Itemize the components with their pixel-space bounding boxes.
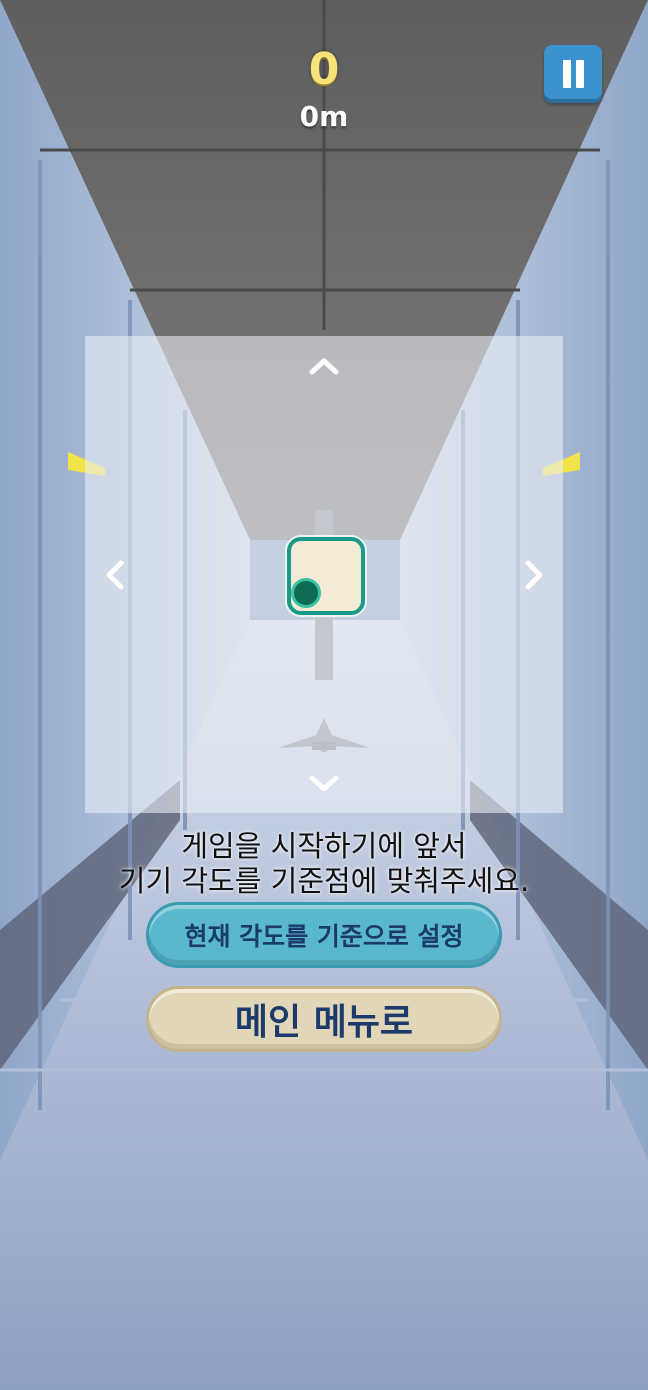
main-menu-button[interactable]: 메인 메뉴로 bbox=[146, 986, 502, 1052]
chevron-left-icon bbox=[106, 560, 124, 590]
chevron-down-icon bbox=[309, 775, 339, 792]
chevron-up-icon bbox=[309, 358, 339, 375]
tilt-indicator-dot bbox=[291, 578, 321, 608]
pause-button[interactable] bbox=[544, 45, 602, 103]
distance-counter: 0m bbox=[299, 100, 349, 133]
instruction-line-2: 기기 각도를 기준점에 맞춰주세요. bbox=[118, 864, 530, 898]
set-baseline-button[interactable]: 현재 각도를 기준으로 설정 bbox=[146, 902, 502, 968]
chevron-right-icon bbox=[525, 560, 543, 590]
